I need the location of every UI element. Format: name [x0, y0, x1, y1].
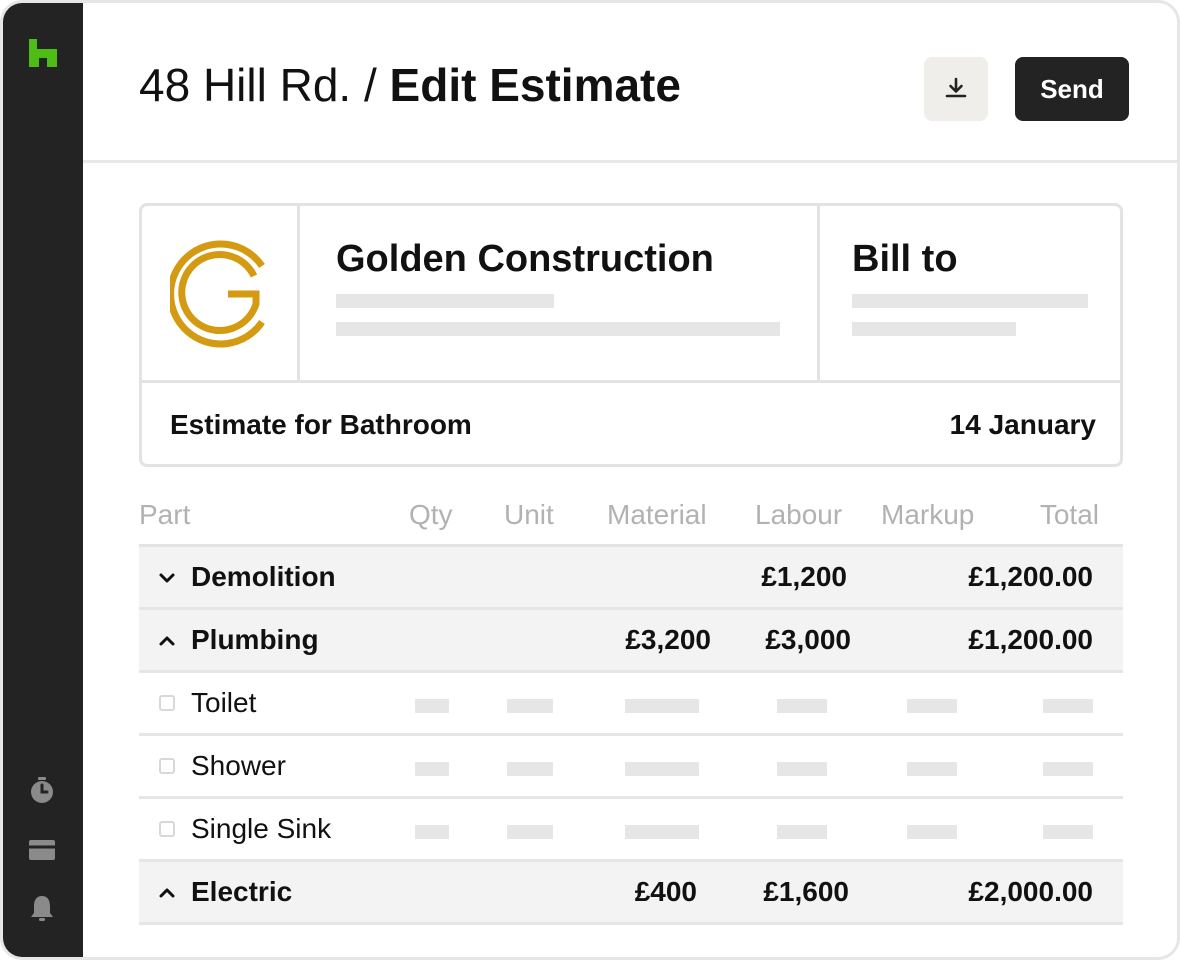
- column-header-qty: Qty: [409, 499, 453, 530]
- part-name: Electric: [191, 876, 293, 907]
- markup-placeholder: [907, 825, 957, 839]
- estimate-table: Part Qty Unit Material Labour Markup Tot…: [139, 487, 1123, 925]
- part-name: Demolition: [191, 561, 336, 592]
- houzz-logo-icon[interactable]: [27, 37, 59, 69]
- row-checkbox[interactable]: [159, 758, 175, 774]
- page-title: 48 Hill Rd. / Edit Estimate: [139, 57, 681, 113]
- labour-placeholder: [777, 699, 827, 713]
- bill-to-label: Bill to: [852, 238, 958, 280]
- labour-value: £3,000: [765, 624, 851, 655]
- skeleton-line: [852, 294, 1088, 308]
- chevron-down-icon[interactable]: [157, 569, 177, 587]
- column-header-labour: Labour: [755, 499, 843, 530]
- send-button[interactable]: Send: [1015, 57, 1129, 121]
- breadcrumb[interactable]: 48 Hill Rd.: [139, 59, 351, 111]
- table-row-demolition[interactable]: Demolition £1,200 £1,200.00: [139, 547, 1123, 610]
- row-checkbox[interactable]: [159, 695, 175, 711]
- breadcrumb-separator: /: [363, 59, 377, 111]
- unit-placeholder: [507, 762, 553, 776]
- material-placeholder: [625, 762, 699, 776]
- row-checkbox[interactable]: [159, 821, 175, 837]
- qty-placeholder: [415, 825, 449, 839]
- material-placeholder: [625, 699, 699, 713]
- unit-placeholder: [507, 699, 553, 713]
- download-button[interactable]: [924, 57, 988, 121]
- skeleton-line: [336, 322, 780, 336]
- download-icon: [945, 77, 967, 98]
- table-row-shower[interactable]: Shower: [139, 736, 1123, 799]
- column-header-total: Total: [1039, 499, 1099, 530]
- golden-construction-logo-icon: [169, 240, 265, 348]
- total-placeholder: [1043, 762, 1093, 776]
- timer-icon[interactable]: [27, 775, 57, 805]
- column-header-markup: Markup: [881, 499, 975, 530]
- total-placeholder: [1043, 699, 1093, 713]
- table-header: Part Qty Unit Material Labour Markup Tot…: [139, 487, 1123, 547]
- inbox-icon[interactable]: [27, 835, 57, 865]
- column-header-part: Part: [139, 499, 191, 530]
- chevron-up-icon[interactable]: [157, 884, 177, 902]
- qty-placeholder: [415, 762, 449, 776]
- part-name: Shower: [191, 750, 286, 781]
- app-window: 48 Hill Rd. / Edit Estimate Send Golden …: [0, 0, 1180, 960]
- part-name: Single Sink: [191, 813, 332, 844]
- company-logo-cell: [142, 206, 300, 382]
- part-name: Plumbing: [191, 624, 319, 655]
- table-row-single-sink[interactable]: Single Sink: [139, 799, 1123, 862]
- part-name: Toilet: [191, 687, 257, 718]
- table-row-plumbing[interactable]: Plumbing £3,200 £3,000 £1,200.00: [139, 610, 1123, 673]
- markup-placeholder: [907, 699, 957, 713]
- qty-placeholder: [415, 699, 449, 713]
- column-header-material: Material: [607, 499, 707, 530]
- sidebar: [3, 3, 83, 957]
- estimate-for-label[interactable]: Estimate for Bathroom: [170, 409, 472, 441]
- company-name: Golden Construction: [336, 238, 714, 280]
- page-title-text: Edit Estimate: [389, 59, 681, 111]
- page-header: 48 Hill Rd. / Edit Estimate Send: [83, 3, 1177, 163]
- chevron-up-icon[interactable]: [157, 632, 177, 650]
- markup-placeholder: [907, 762, 957, 776]
- total-value: £1,200.00: [968, 624, 1093, 655]
- labour-value: £1,200: [761, 561, 847, 592]
- material-placeholder: [625, 825, 699, 839]
- estimate-card: Golden Construction Bill to Estimate for…: [139, 203, 1123, 467]
- bill-to-cell[interactable]: Bill to: [820, 206, 1120, 382]
- unit-placeholder: [507, 825, 553, 839]
- total-placeholder: [1043, 825, 1093, 839]
- company-cell: Golden Construction: [300, 206, 820, 382]
- total-value: £2,000.00: [968, 876, 1093, 907]
- total-value: £1,200.00: [968, 561, 1093, 592]
- bell-icon[interactable]: [27, 893, 57, 923]
- skeleton-line: [852, 322, 1016, 336]
- table-row-electric[interactable]: Electric £400 £1,600 £2,000.00: [139, 862, 1123, 925]
- estimate-date[interactable]: 14 January: [950, 409, 1096, 441]
- labour-value: £1,600: [763, 876, 849, 907]
- material-value: £3,200: [625, 624, 711, 655]
- labour-placeholder: [777, 762, 827, 776]
- column-header-unit: Unit: [504, 499, 554, 530]
- estimate-info-row: Estimate for Bathroom 14 January: [142, 380, 1120, 464]
- labour-placeholder: [777, 825, 827, 839]
- table-row-toilet[interactable]: Toilet: [139, 673, 1123, 736]
- material-value: £400: [634, 876, 697, 907]
- skeleton-line: [336, 294, 554, 308]
